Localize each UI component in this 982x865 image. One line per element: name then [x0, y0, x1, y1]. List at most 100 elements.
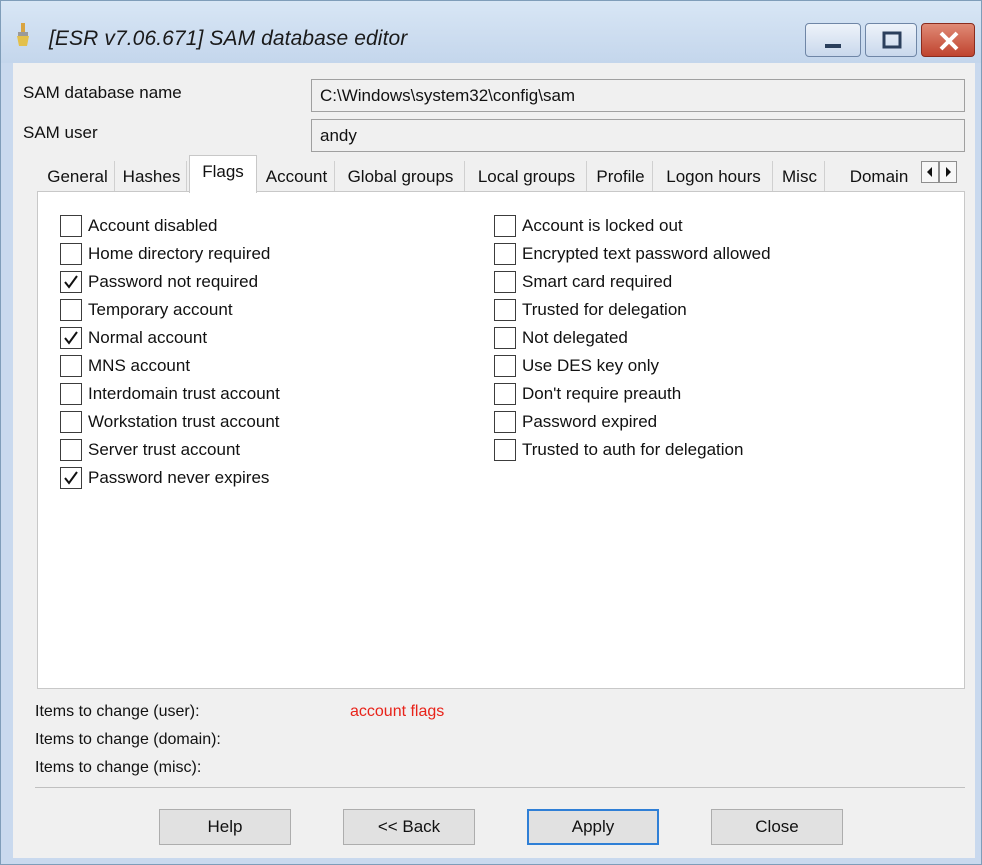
flag-password-expired[interactable]: Password expired [494, 410, 657, 434]
checkbox[interactable] [494, 411, 516, 433]
flag-workstation-trust-account[interactable]: Workstation trust account [60, 410, 280, 434]
flag-label: MNS account [88, 356, 191, 375]
checkbox[interactable] [494, 439, 516, 461]
minimize-button[interactable] [805, 23, 861, 57]
apply-button[interactable]: Apply [527, 809, 659, 845]
flag-label: Server trust account [88, 440, 241, 459]
title-bar[interactable]: [ESR v7.06.671] SAM database editor [1, 1, 981, 63]
flag-account-disabled[interactable]: Account disabled [60, 214, 217, 238]
flag-normal-account[interactable]: Normal account [60, 326, 207, 350]
checkbox[interactable] [60, 439, 82, 461]
tab-logon-hours[interactable]: Logon hours [655, 161, 773, 191]
close-window-button[interactable] [921, 23, 975, 57]
flag-label: Trusted for delegation [522, 300, 687, 319]
flag-label: Workstation trust account [88, 412, 280, 431]
flag-label: Password never expires [88, 468, 270, 487]
tab-account[interactable]: Account [259, 161, 335, 191]
flag-label: Not delegated [522, 328, 628, 347]
checkbox[interactable] [494, 299, 516, 321]
chevron-left-icon [927, 167, 932, 177]
tab-flags[interactable]: Flags [189, 155, 257, 193]
tab-local-groups[interactable]: Local groups [467, 161, 587, 191]
flag-label: Encrypted text password allowed [522, 244, 771, 263]
flag-label: Trusted to auth for delegation [522, 440, 744, 459]
checkbox[interactable] [494, 327, 516, 349]
maximize-icon [882, 31, 902, 49]
flags-panel: Account disabled Home directory required… [37, 191, 965, 689]
checkbox[interactable] [60, 299, 82, 321]
flag-not-delegated[interactable]: Not delegated [494, 326, 628, 350]
checkbox[interactable] [60, 327, 82, 349]
flag-trusted-to-auth-for-delegation[interactable]: Trusted to auth for delegation [494, 438, 743, 462]
tab-profile[interactable]: Profile [589, 161, 653, 191]
checkbox[interactable] [60, 215, 82, 237]
checkbox[interactable] [494, 383, 516, 405]
tab-scroll-right-button[interactable] [939, 161, 957, 183]
changes-domain-label: Items to change (domain): [35, 731, 221, 748]
tab-domain[interactable]: Domain [835, 161, 923, 191]
tab-misc[interactable]: Misc [775, 161, 825, 191]
flag-label: Use DES key only [522, 356, 659, 375]
dialog-client: SAM database name C:\Windows\system32\co… [13, 63, 975, 858]
help-button[interactable]: Help [159, 809, 291, 845]
checkbox[interactable] [60, 243, 82, 265]
flag-label: Interdomain trust account [88, 384, 280, 403]
checkmark-icon [64, 275, 78, 289]
checkbox[interactable] [494, 243, 516, 265]
back-button[interactable]: << Back [343, 809, 475, 845]
flag-mns-account[interactable]: MNS account [60, 354, 190, 378]
flag-dont-require-preauth[interactable]: Don't require preauth [494, 382, 681, 406]
tab-global-groups[interactable]: Global groups [337, 161, 465, 191]
checkbox[interactable] [60, 271, 82, 293]
divider [35, 787, 965, 788]
flag-temporary-account[interactable]: Temporary account [60, 298, 233, 322]
flag-label: Smart card required [522, 272, 673, 291]
paint-brush-icon [15, 23, 33, 47]
chevron-right-icon [946, 167, 951, 177]
checkbox[interactable] [60, 411, 82, 433]
flag-password-not-required[interactable]: Password not required [60, 270, 258, 294]
flag-label: Home directory required [88, 244, 271, 263]
sam-user-label: SAM user [23, 123, 98, 142]
flag-server-trust-account[interactable]: Server trust account [60, 438, 240, 462]
close-button[interactable]: Close [711, 809, 843, 845]
flag-home-directory-required[interactable]: Home directory required [60, 242, 270, 266]
flag-label: Don't require preauth [522, 384, 682, 403]
flag-encrypted-text-password-allowed[interactable]: Encrypted text password allowed [494, 242, 771, 266]
flag-smart-card-required[interactable]: Smart card required [494, 270, 672, 294]
flag-password-never-expires[interactable]: Password never expires [60, 466, 269, 490]
minimize-icon [825, 44, 841, 48]
tab-scroll-left-button[interactable] [921, 161, 939, 183]
checkbox[interactable] [60, 467, 82, 489]
checkbox[interactable] [494, 215, 516, 237]
tab-hashes[interactable]: Hashes [117, 161, 187, 191]
flag-label: Password expired [522, 412, 658, 431]
checkmark-icon [64, 471, 78, 485]
flag-label: Normal account [88, 328, 208, 347]
checkbox[interactable] [60, 383, 82, 405]
checkbox[interactable] [60, 355, 82, 377]
checkbox[interactable] [494, 271, 516, 293]
flag-label: Account is locked out [522, 216, 683, 235]
flag-interdomain-trust-account[interactable]: Interdomain trust account [60, 382, 280, 406]
window-title: [ESR v7.06.671] SAM database editor [49, 27, 408, 50]
flag-use-des-key-only[interactable]: Use DES key only [494, 354, 659, 378]
changes-misc-label: Items to change (misc): [35, 759, 202, 776]
checkbox[interactable] [494, 355, 516, 377]
changes-user-value: account flags [350, 703, 445, 720]
sam-user-field[interactable]: andy [311, 119, 965, 152]
flag-account-locked-out[interactable]: Account is locked out [494, 214, 683, 238]
flag-label: Account disabled [88, 216, 218, 235]
maximize-button[interactable] [865, 23, 917, 57]
flag-trusted-for-delegation[interactable]: Trusted for delegation [494, 298, 687, 322]
db-name-field[interactable]: C:\Windows\system32\config\sam [311, 79, 965, 112]
close-icon [939, 31, 959, 51]
tab-general[interactable]: General [41, 161, 115, 191]
checkmark-icon [64, 331, 78, 345]
sam-editor-window: [ESR v7.06.671] SAM database editor SAM … [0, 0, 982, 865]
changes-user-label: Items to change (user): [35, 703, 200, 720]
db-name-label: SAM database name [23, 83, 182, 102]
tab-strip: General Hashes Flags Account Global grou… [41, 155, 971, 193]
flag-label: Temporary account [88, 300, 233, 319]
flag-label: Password not required [88, 272, 259, 291]
